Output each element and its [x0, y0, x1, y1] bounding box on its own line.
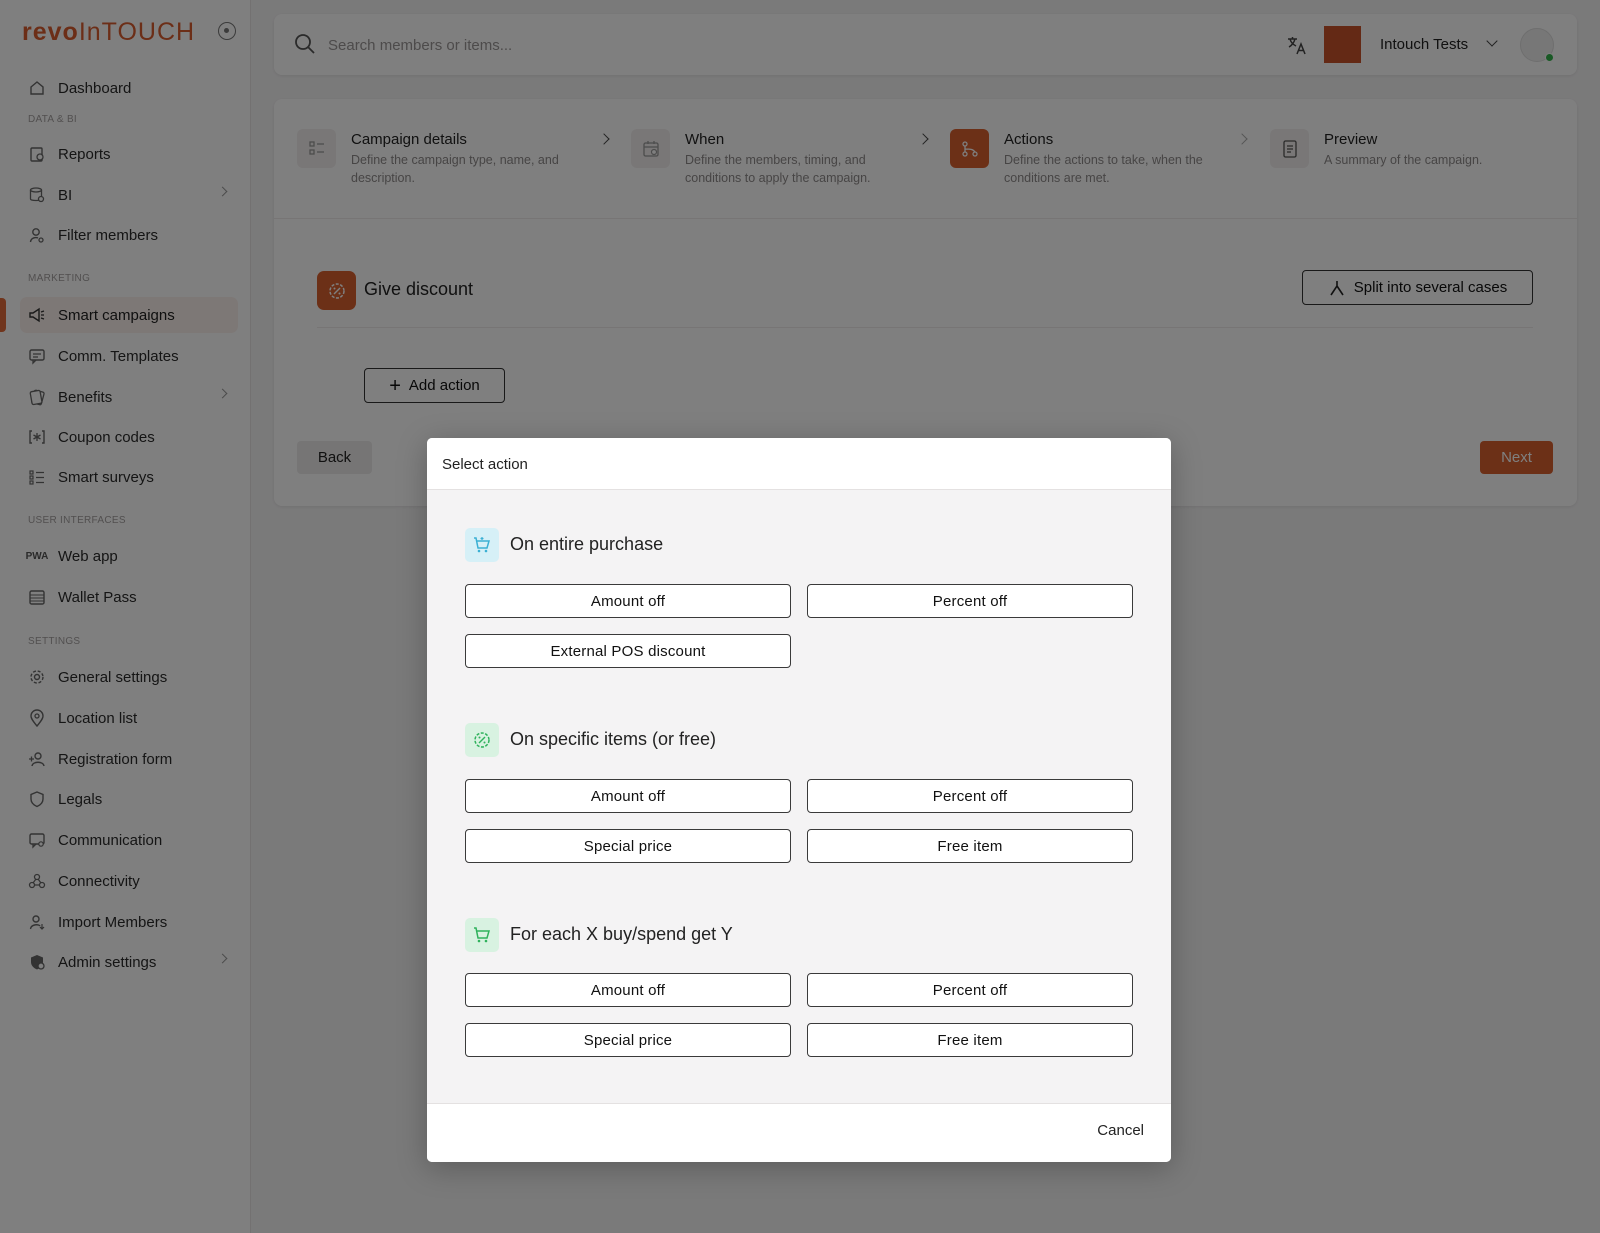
group-title: On specific items (or free)	[510, 729, 717, 749]
cart-icon	[465, 917, 499, 952]
specific-items-special-price-button[interactable]: Special price	[465, 829, 791, 863]
buy-x-get-y-free-item-button[interactable]: Free item	[807, 1023, 1133, 1057]
modal-title: Select action	[442, 456, 528, 473]
buy-x-get-y-percent-off-button[interactable]: Percent off	[807, 973, 1133, 1007]
group-title: On entire purchase	[510, 534, 664, 554]
group-entire-purchase: On entire purchase	[465, 527, 663, 562]
buy-x-get-y-amount-off-button[interactable]: Amount off	[465, 973, 791, 1007]
specific-items-amount-off-button[interactable]: Amount off	[465, 779, 791, 813]
select-action-modal: Select action On entire purchase Amount …	[427, 438, 1171, 1162]
group-buy-x-get-y: For each X buy/spend get Y	[465, 917, 733, 952]
specific-items-percent-off-button[interactable]: Percent off	[807, 779, 1133, 813]
cart-sparkle-icon	[465, 527, 499, 562]
modal-footer: Cancel	[427, 1103, 1171, 1162]
specific-items-free-item-button[interactable]: Free item	[807, 829, 1133, 863]
cancel-button[interactable]: Cancel	[1097, 1122, 1144, 1139]
entire-purchase-external-pos-button[interactable]: External POS discount	[465, 634, 791, 668]
entire-purchase-amount-off-button[interactable]: Amount off	[465, 584, 791, 618]
buy-x-get-y-special-price-button[interactable]: Special price	[465, 1023, 791, 1057]
modal-header: Select action	[427, 438, 1171, 490]
entire-purchase-percent-off-button[interactable]: Percent off	[807, 584, 1133, 618]
discount-badge-icon	[465, 722, 499, 757]
group-specific-items: On specific items (or free)	[465, 722, 716, 757]
group-title: For each X buy/spend get Y	[510, 924, 733, 944]
